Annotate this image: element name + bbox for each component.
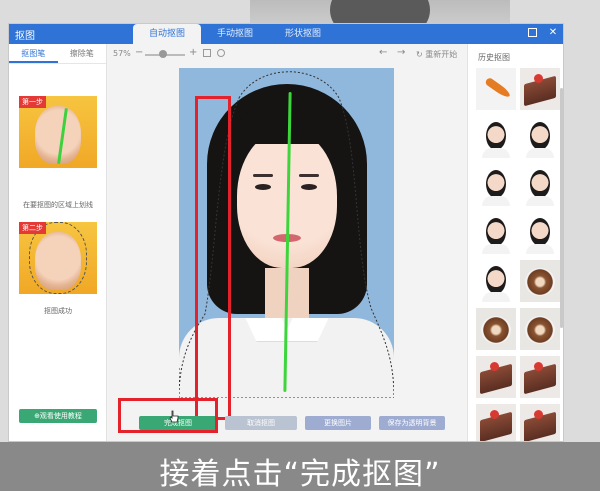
history-item-portrait[interactable] [520, 116, 560, 158]
history-item-cake[interactable] [520, 68, 560, 110]
title-bar: 抠图 自动抠图 手动抠图 形状抠图 ✕ [9, 24, 563, 44]
step2-badge: 第二步 [19, 222, 46, 234]
history-item-portrait[interactable] [476, 212, 516, 254]
canvas-area[interactable] [109, 64, 466, 420]
window-title: 抠图 [15, 31, 35, 42]
redo-icon[interactable]: → [397, 47, 405, 58]
zoom-slider-handle[interactable] [159, 50, 167, 58]
zoom-level: 57% [113, 49, 131, 58]
mode-tabs: 自动抠图 手动抠图 形状抠图 [133, 24, 337, 44]
history-item-cake[interactable] [520, 356, 560, 398]
history-item-coffee[interactable] [520, 308, 560, 350]
tab-eraser-brush[interactable]: 擦除笔 [58, 44, 107, 63]
history-item-portrait[interactable] [476, 116, 516, 158]
restart-button[interactable]: ↻ 重新开始 [416, 49, 457, 60]
zoom-out-icon[interactable]: − [135, 47, 143, 58]
history-item-coffee[interactable] [476, 308, 516, 350]
history-item-portrait[interactable] [520, 212, 560, 254]
step2-caption: 抠图成功 [44, 307, 72, 315]
fit-to-window-icon[interactable] [203, 49, 211, 57]
tab-auto-cutout[interactable]: 自动抠图 [133, 24, 201, 44]
step1-badge: 第一步 [19, 96, 46, 108]
history-scrollbar[interactable] [560, 88, 563, 328]
left-panel: 抠图笔 擦除笔 第一步 在要抠图的区域上划线 第二步 抠图成功 ⊕观看使用教程 [9, 44, 107, 441]
hand-cursor-icon [169, 410, 179, 423]
maximize-icon [528, 28, 537, 37]
history-item-coffee[interactable] [520, 260, 560, 302]
history-item-portrait[interactable] [520, 164, 560, 206]
watch-tutorial-button[interactable]: ⊕观看使用教程 [19, 409, 97, 423]
history-item-portrait[interactable] [476, 164, 516, 206]
tab-shape-cutout[interactable]: 形状抠图 [269, 24, 337, 44]
history-title: 历史抠图 [478, 53, 510, 62]
step1-example-image: 第一步 [19, 96, 97, 168]
step1-caption: 在要抠图的区域上划线 [23, 201, 93, 209]
close-icon: ✕ [548, 27, 558, 38]
restart-label: 重新开始 [425, 50, 458, 59]
history-panel: 历史抠图 [467, 44, 563, 441]
window-controls: ✕ [528, 27, 559, 39]
save-transparent-button[interactable]: 保存为透明背景 [379, 416, 445, 430]
zoom-in-icon[interactable]: + [189, 47, 197, 58]
undo-icon[interactable]: ← [379, 47, 387, 58]
tab-manual-cutout[interactable]: 手动抠图 [201, 24, 269, 44]
history-item-portrait[interactable] [476, 260, 516, 302]
button-highlight-box [118, 398, 218, 433]
maximize-button[interactable] [528, 27, 540, 39]
subtitle-band: 接着点击“完成抠图” [0, 442, 600, 491]
stroke-highlight-box [195, 96, 231, 420]
history-item-carrot[interactable] [476, 68, 516, 110]
cutout-window: 抠图 自动抠图 手动抠图 形状抠图 ✕ 抠图笔 擦除笔 第一步 在要抠图的区域上… [8, 23, 564, 442]
history-item-cake[interactable] [476, 356, 516, 398]
history-item-cake[interactable] [520, 404, 560, 441]
brush-tabs: 抠图笔 擦除笔 [9, 44, 106, 64]
history-grid [476, 68, 560, 441]
close-button[interactable]: ✕ [547, 27, 559, 39]
tab-cutout-brush[interactable]: 抠图笔 [9, 44, 58, 63]
canvas-toolbar: 57% − + ← → ↻ 重新开始 [109, 44, 466, 64]
change-image-button[interactable]: 更换图片 [305, 416, 371, 430]
cancel-cutout-button[interactable]: 取消抠图 [225, 416, 297, 430]
subtitle-text: 接着点击“完成抠图” [159, 457, 441, 491]
magnifier-icon[interactable] [217, 49, 225, 57]
step2-example-image: 第二步 [19, 222, 97, 294]
history-item-cake[interactable] [476, 404, 516, 441]
